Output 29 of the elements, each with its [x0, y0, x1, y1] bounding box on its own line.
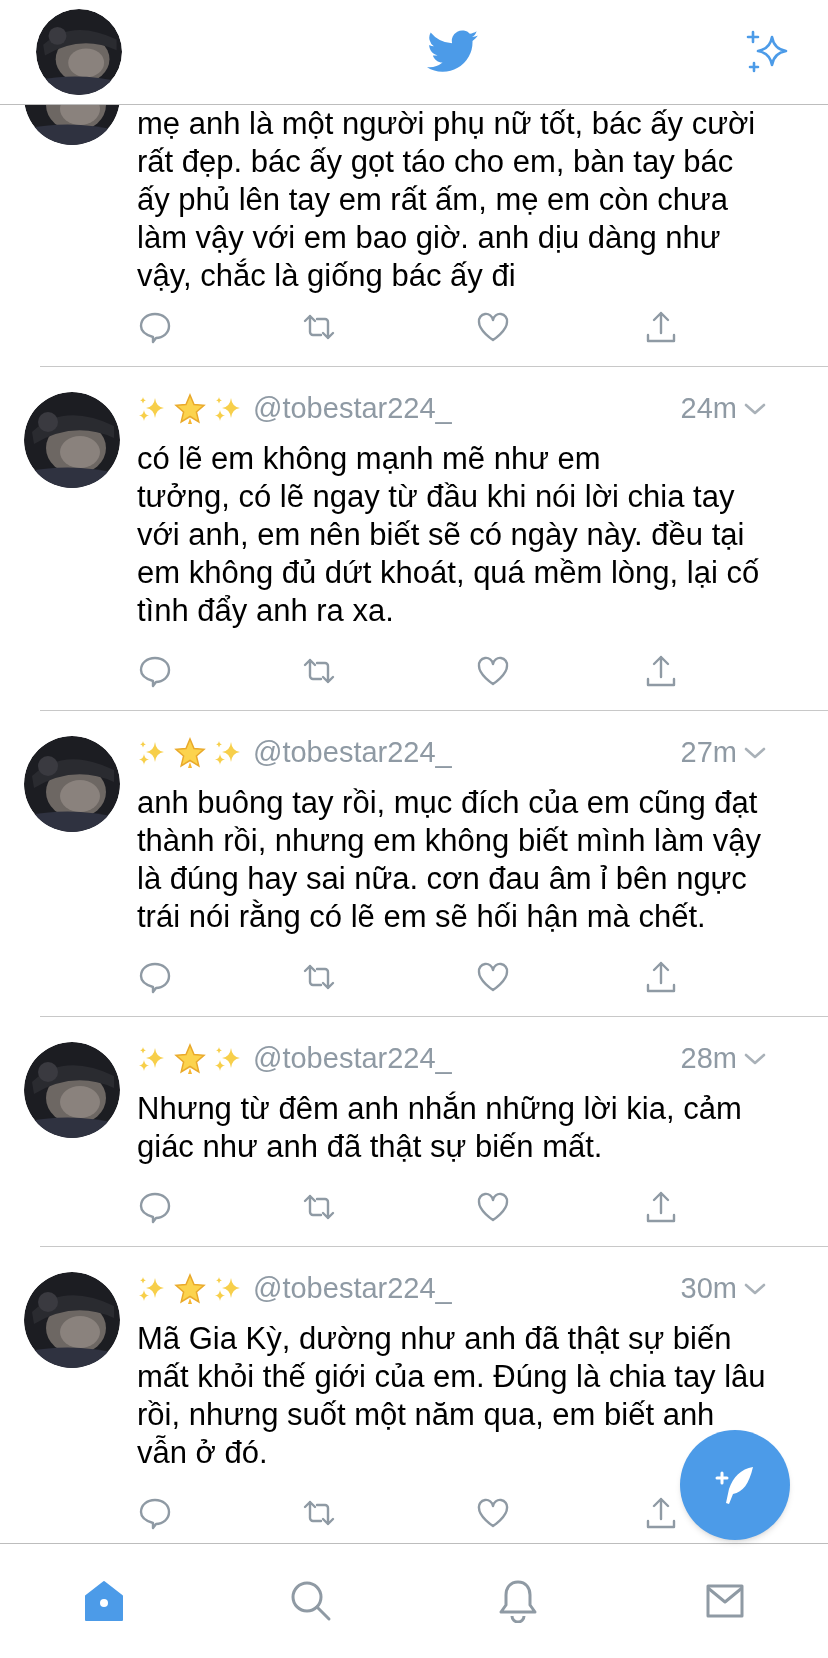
- tweet-time: 30m: [680, 1271, 737, 1307]
- chevron-down-icon[interactable]: [743, 1051, 767, 1067]
- share-icon[interactable]: [645, 1189, 677, 1225]
- username[interactable]: @tobestar224_: [253, 387, 452, 431]
- bell-icon[interactable]: [497, 1579, 538, 1623]
- bird-logo-icon: [427, 30, 479, 74]
- star-icon: [173, 392, 207, 426]
- username[interactable]: @tobestar224_: [253, 731, 452, 775]
- tweet-text: Nhưng từ đêm anh nhắn những lời kia, cảm giác như anh đã thật sự biến mất.: [137, 1090, 743, 1166]
- tweet-time: 24m: [680, 391, 737, 427]
- star-icon: [173, 736, 207, 770]
- share-icon[interactable]: [645, 1495, 677, 1531]
- share-icon[interactable]: [645, 653, 677, 689]
- star-icon: [173, 1272, 207, 1306]
- chevron-down-icon[interactable]: [743, 745, 767, 761]
- star-icon: [173, 1042, 207, 1076]
- share-icon[interactable]: [645, 309, 677, 345]
- tweet-time: 28m: [680, 1041, 737, 1077]
- tweet-text: anh buông tay rồi, mục đích của em cũng đạt thành rồi, nhưng em không biết mình làm vậy là đúng hay sai nữa. cơn đau âm ỉ bên ngực trái nói rằng có lẽ em sẽ hối hận mà chết.: [137, 784, 762, 936]
- chevron-down-icon[interactable]: [743, 401, 767, 417]
- sparkle-icon[interactable]: [744, 29, 790, 75]
- tweet-text: mẹ anh là một người phụ nữ tốt, bác ấy cười rất đẹp. bác ấy gọt táo cho em, bàn tay bác ấy phủ lên tay em rất ấm, mẹ em còn chưa làm vậy với em bao giờ. anh dịu dàng như vậy, chắc là giống bác ấy đi: [137, 105, 757, 295]
- username[interactable]: @tobestar224_: [253, 1267, 452, 1311]
- tweet-text: Mã Gia Kỳ, dường như anh đã thật sự biến mất khỏi thế giới của em. Đúng là chia tay lâu rồi, nhưng suốt một năm qua, em biết anh vẫn ở đó.: [137, 1320, 767, 1472]
- chevron-down-icon[interactable]: [743, 1281, 767, 1297]
- tweet-text: có lẽ em không mạnh mẽ như em tưởng, có lẽ ngay từ đầu khi nói lời chia tay với anh, em nên biết sẽ có ngày này. đều tại em không đủ dứt khoát, quá mềm lòng, lại cố tình đẩy anh ra xa.: [137, 440, 761, 630]
- username[interactable]: @tobestar224_: [253, 1037, 452, 1081]
- share-icon[interactable]: [645, 959, 677, 995]
- tweet-time: 27m: [680, 735, 737, 771]
